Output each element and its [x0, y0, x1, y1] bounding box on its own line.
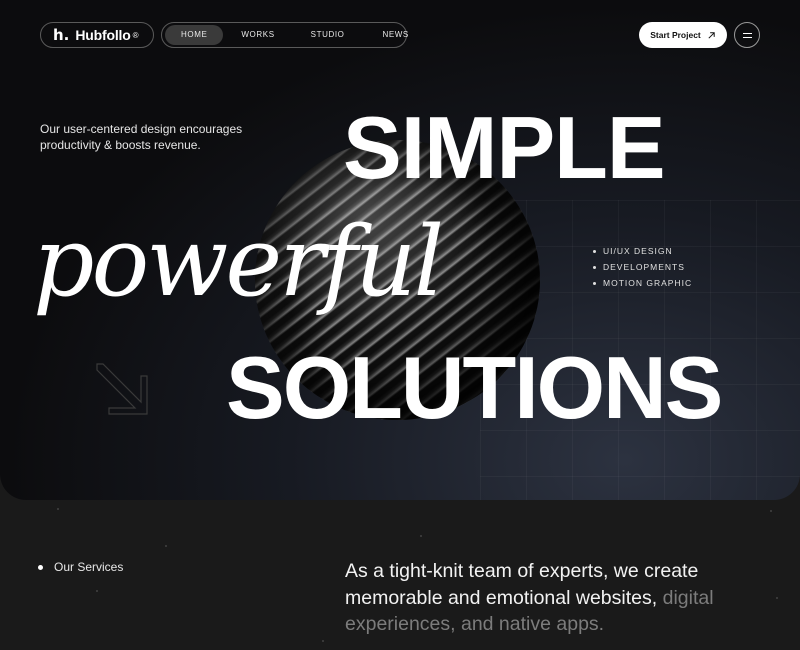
bullet-icon: [593, 265, 596, 269]
brand-logo[interactable]: h. Hubfollo ®: [40, 22, 154, 48]
bullet-icon: [593, 249, 596, 253]
bullet-icon: [593, 281, 596, 285]
arrow-down-right-icon: [96, 363, 148, 415]
headline-powerful: powerful: [33, 206, 444, 318]
nav-item-works[interactable]: WORKS: [225, 25, 290, 45]
star: [776, 597, 778, 599]
registered-mark: ®: [132, 30, 139, 40]
list-item: MOTION GRAPHIC: [593, 275, 692, 291]
headline-solutions: SOLUTIONS: [226, 338, 723, 437]
star: [57, 508, 59, 510]
about-statement: As a tight-knit team of experts, we crea…: [345, 558, 765, 638]
headline-simple: SIMPLE: [343, 98, 666, 197]
menu-button[interactable]: [734, 22, 760, 48]
our-services-label: Our Services: [38, 560, 123, 574]
start-project-button[interactable]: Start Project: [639, 22, 727, 48]
logo-mark-icon: h.: [53, 26, 70, 44]
star: [96, 590, 98, 592]
service-label: DEVELOPMENTS: [603, 262, 685, 272]
list-item: DEVELOPMENTS: [593, 259, 692, 275]
list-item: UI/UX DESIGN: [593, 243, 692, 259]
brand-name: Hubfollo: [75, 27, 131, 43]
nav-item-studio[interactable]: STUDIO: [295, 25, 361, 45]
nav-item-home[interactable]: HOME: [165, 25, 224, 45]
star: [420, 535, 422, 537]
start-project-label: Start Project: [650, 30, 701, 40]
bullet-icon: [38, 564, 43, 570]
hamburger-menu-icon: [742, 32, 752, 34]
arrow-up-right-icon: [708, 31, 715, 39]
hero-services-list: UI/UX DESIGN DEVELOPMENTS MOTION GRAPHIC: [593, 243, 692, 291]
main-nav: HOME WORKS STUDIO NEWS: [161, 22, 408, 48]
star: [165, 545, 167, 547]
star: [322, 640, 324, 642]
hamburger-line: [742, 36, 752, 38]
service-label: MOTION GRAPHIC: [603, 278, 693, 288]
hero-section: h. Hubfollo ® HOME WORKS STUDIO NEWS Sta…: [0, 0, 800, 500]
service-label: UI/UX DESIGN: [603, 246, 673, 256]
nav-item-news[interactable]: NEWS: [366, 25, 424, 45]
star: [770, 510, 772, 512]
section-label: Our Services: [54, 560, 124, 574]
hero-tagline: Our user-centered design encourages prod…: [40, 122, 243, 152]
statement-bright: As a tight-knit team of experts, we crea…: [345, 560, 699, 609]
